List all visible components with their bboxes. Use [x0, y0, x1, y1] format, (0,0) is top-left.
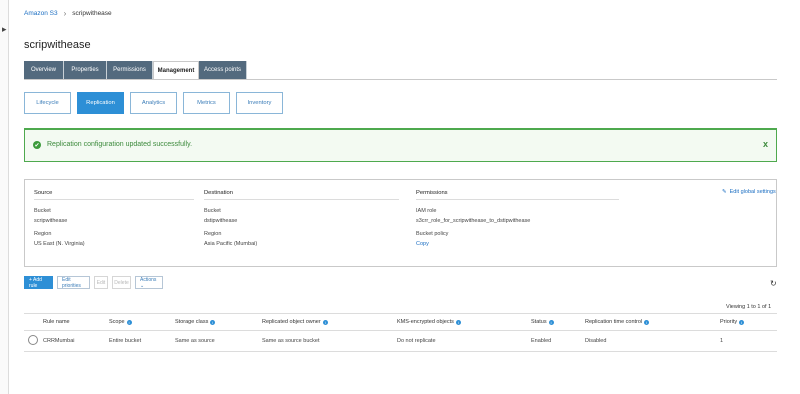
subtab-metrics[interactable]: Metrics [183, 92, 230, 114]
copy-policy-link[interactable]: Copy [416, 241, 429, 247]
tab-overview[interactable]: Overview [24, 61, 64, 79]
cell-rule-name: CRRMumbai [43, 338, 75, 344]
source-bucket-label: Bucket [34, 208, 51, 214]
page-title: scripwithease [24, 39, 91, 51]
left-rail [0, 0, 9, 394]
breadcrumb-current: scripwithease [72, 10, 112, 17]
source-region-label: Region [34, 231, 52, 237]
destination-region-value: Asia Pacific (Mumbai) [204, 241, 258, 247]
column-header-label: Replicated object owner [262, 319, 321, 325]
tab-properties[interactable]: Properties [64, 61, 107, 79]
column-header-label: Priority [720, 319, 738, 325]
tab-management[interactable]: Management [153, 61, 199, 79]
breadcrumb-separator: › [63, 9, 67, 18]
edit-global-settings-link[interactable]: ✎ Edit global settings [722, 189, 776, 195]
info-icon[interactable]: i [548, 319, 554, 325]
column-header-label: Scope [109, 319, 125, 325]
subtab-analytics[interactable]: Analytics [130, 92, 177, 114]
cell-storage-class: Same as source [175, 338, 215, 344]
sidebar-toggle-icon[interactable]: ▸ [2, 24, 7, 35]
info-icon[interactable]: i [644, 319, 650, 325]
info-icon[interactable]: i [322, 319, 328, 325]
destination-bucket-label: Bucket [204, 208, 221, 214]
pagination-status: Viewing 1 to 1 of 1 [726, 304, 772, 310]
cell-replicated-object-owner: Same as source bucket [262, 338, 320, 344]
permissions-divider [416, 199, 619, 200]
actions-dropdown[interactable]: Actions ⌄ [135, 276, 163, 289]
cell-kms-encrypted-objects: Do not replicate [397, 338, 436, 344]
column-header-priority[interactable]: Priority i [720, 319, 745, 325]
table-bottom-border [24, 351, 777, 352]
subtab-replication[interactable]: Replication [77, 92, 124, 114]
subtab-lifecycle[interactable]: Lifecycle [24, 92, 71, 114]
cell-status: Enabled [531, 338, 552, 344]
source-region-value: US East (N. Virginia) [34, 241, 85, 247]
source-divider [34, 199, 194, 200]
pencil-icon: ✎ [722, 189, 727, 195]
column-header-kms-encrypted-objects[interactable]: KMS-encrypted objects i [397, 319, 461, 325]
info-icon[interactable]: i [739, 319, 745, 325]
table-header-divider [24, 330, 777, 331]
management-subtabs: Lifecycle Replication Analytics Metrics … [24, 92, 283, 114]
source-heading: Source [34, 190, 53, 196]
column-header-label: Replication time control [585, 319, 643, 325]
column-header-status[interactable]: Status i [531, 319, 554, 325]
column-header-label: KMS-encrypted objects [397, 319, 454, 325]
replication-config-panel: Source Bucket scripwithease Region US Ea… [24, 179, 777, 267]
breadcrumb-root-link[interactable]: Amazon S3 [24, 10, 58, 17]
cell-scope: Entire bucket [109, 338, 142, 344]
delete-button[interactable]: Delete [112, 276, 131, 289]
bucket-policy-label: Bucket policy [416, 231, 449, 237]
destination-bucket-value: dstipwithease [204, 218, 238, 224]
close-icon[interactable]: x [763, 139, 768, 149]
edit-button[interactable]: Edit [94, 276, 108, 289]
destination-heading: Destination [204, 190, 234, 196]
tabs-divider [24, 79, 777, 80]
breadcrumb: Amazon S3 › scripwithease [24, 9, 112, 18]
info-icon[interactable]: i [126, 319, 132, 325]
column-header-rule-name[interactable]: Rule name [43, 319, 70, 325]
edit-global-settings-label: Edit global settings [729, 189, 776, 195]
column-header-label: Storage class [175, 319, 209, 325]
destination-region-label: Region [204, 231, 222, 237]
alert-message: Replication configuration updated succes… [47, 141, 193, 148]
subtab-inventory[interactable]: Inventory [236, 92, 283, 114]
row-select-radio[interactable] [28, 335, 38, 345]
tab-access-points[interactable]: Access points [199, 61, 247, 79]
column-header-replication-time-control[interactable]: Replication time control i [585, 319, 650, 325]
info-icon[interactable]: i [455, 319, 461, 325]
check-icon: ✔ [33, 141, 41, 149]
refresh-icon[interactable]: ↻ [770, 279, 777, 288]
info-icon[interactable]: i [210, 319, 216, 325]
column-header-storage-class[interactable]: Storage class i [175, 319, 216, 325]
cell-priority: 1 [720, 338, 724, 344]
permissions-heading: Permissions [416, 190, 448, 196]
column-header-label: Status [531, 319, 547, 325]
destination-divider [204, 199, 399, 200]
cell-replication-time-control: Disabled [585, 338, 607, 344]
rules-toolbar: + Add rule Edit priorities Edit Delete A… [24, 276, 163, 289]
column-header-replicated-object-owner[interactable]: Replicated object owner i [262, 319, 328, 325]
edit-priorities-button[interactable]: Edit priorities [57, 276, 90, 289]
column-header-scope[interactable]: Scope i [109, 319, 132, 325]
tab-bar: Overview Properties Permissions Manageme… [24, 61, 247, 79]
add-rule-button[interactable]: + Add rule [24, 276, 53, 289]
success-alert: ✔ Replication configuration updated succ… [24, 128, 777, 162]
iam-role-value: s3crr_role_for_scripwithease_to_dstipwit… [416, 218, 531, 224]
iam-role-label: IAM role [416, 208, 437, 214]
tab-permissions[interactable]: Permissions [107, 61, 153, 79]
column-header-label: Rule name [43, 319, 70, 325]
source-bucket-value: scripwithease [34, 218, 68, 224]
table-top-border [24, 313, 777, 314]
